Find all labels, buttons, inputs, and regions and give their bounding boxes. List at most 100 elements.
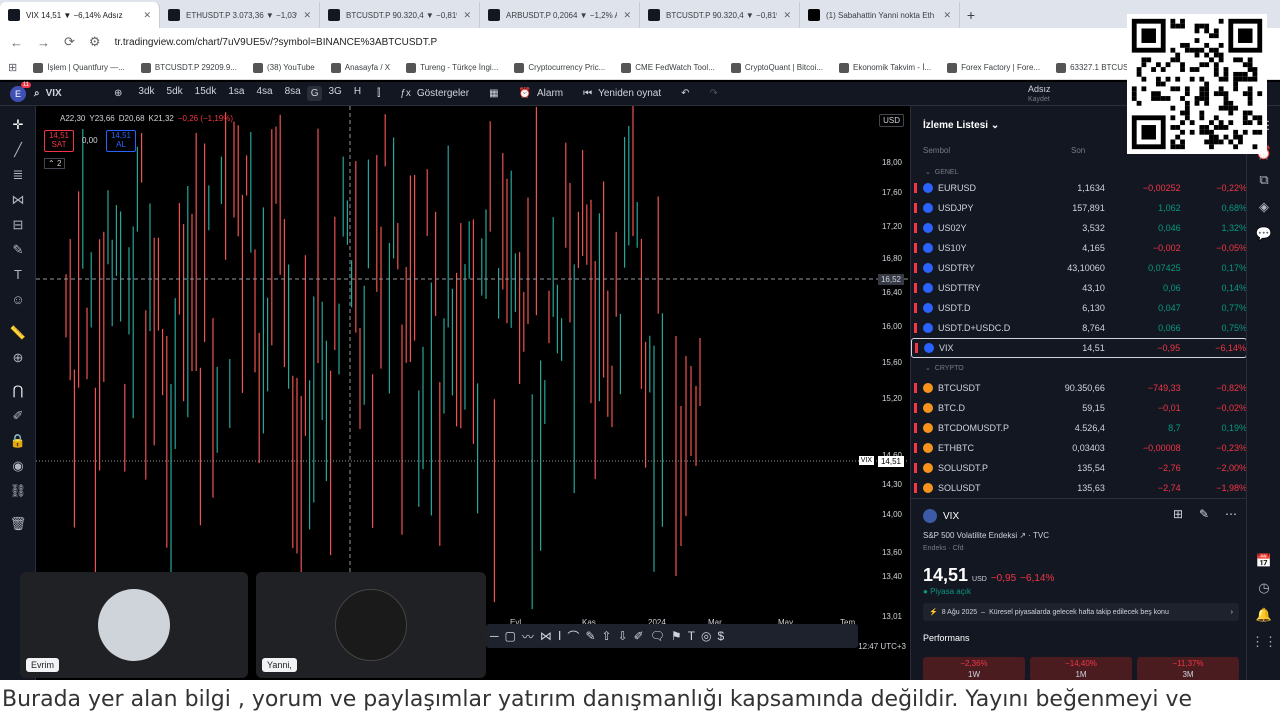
close-icon[interactable]: ✕ <box>463 10 471 21</box>
prediction-icon[interactable]: ⊟ <box>0 212 36 237</box>
watchlist-row[interactable]: BTC.D 59,15 −0,01 −0,02% <box>911 398 1247 418</box>
site-info-icon[interactable]: ⚙ <box>89 34 101 50</box>
interval-G[interactable]: G <box>306 86 323 101</box>
browser-tab[interactable]: ETHUSDT.P 3.073,36 ▼ −1,03% ✕ <box>160 2 320 28</box>
bookmark-item[interactable]: Cryptocurrency Pric... <box>514 62 605 73</box>
magnet-icon[interactable]: ⋂ <box>0 378 36 403</box>
close-icon[interactable]: ✕ <box>303 10 311 21</box>
watchlist-row[interactable]: USDTTRY 43,10 0,06 0,14% <box>911 278 1247 298</box>
trendline-icon[interactable]: ╱ <box>0 137 36 162</box>
forward-icon[interactable]: → <box>37 35 50 50</box>
bookmark-item[interactable]: İşlem | Quantfury —... <box>33 62 125 73</box>
watchlist-row[interactable]: US10Y 4,165 −0,002 −0,05% <box>911 238 1247 258</box>
chart-type-icon[interactable]: ⫿ <box>367 88 390 99</box>
back-icon[interactable]: ← <box>10 35 23 50</box>
bookmark-item[interactable]: CryptoQuant | Bitcoi... <box>730 62 823 73</box>
watchlist-row[interactable]: ETHBTC 0,03403 −0,00008 −0,23% <box>911 438 1247 458</box>
trash-icon[interactable]: 🗑 <box>0 511 36 536</box>
interval-15dk[interactable]: 15dk <box>189 86 223 101</box>
grid-icon[interactable]: ⊞ <box>1173 507 1183 521</box>
close-icon[interactable]: ✕ <box>143 10 151 21</box>
new-tab-button[interactable]: + <box>960 2 982 28</box>
reload-icon[interactable]: ⟳ <box>64 34 75 50</box>
target-icon[interactable]: ◎ <box>701 629 711 643</box>
lock-draw-icon[interactable]: ✐ <box>0 403 36 428</box>
close-icon[interactable]: ✕ <box>623 10 631 21</box>
brush-tool-icon[interactable]: ✎ <box>585 629 595 643</box>
bookmark-item[interactable]: (38) YouTube <box>253 62 315 73</box>
perf-box[interactable]: −14,40% 1M <box>1030 657 1132 681</box>
watchlist-row[interactable]: VIX 14,51 −0,95 −6,14% <box>911 338 1247 358</box>
col-last[interactable]: Son <box>1071 146 1085 155</box>
interval-3G[interactable]: 3G <box>322 86 347 101</box>
undo-icon[interactable]: ↶ <box>671 88 699 99</box>
close-icon[interactable]: ✕ <box>783 10 791 21</box>
buy-button[interactable]: 14,51 AL <box>106 130 136 152</box>
zoom-icon[interactable]: ⊕ <box>0 345 36 370</box>
flag-tool-icon[interactable]: ⚑ <box>671 629 682 643</box>
line-tool-icon[interactable]: ─ <box>490 629 499 643</box>
chat-icon[interactable]: 💬 <box>1247 220 1280 247</box>
layers-icon[interactable]: ◈ <box>1247 193 1280 220</box>
lock-icon[interactable]: 🔒 <box>0 428 36 453</box>
notifications-icon[interactable]: 🔔 <box>1247 601 1280 628</box>
interval-H[interactable]: H <box>348 86 367 101</box>
browser-tab[interactable]: (1) Sabahattin Yanni nokta Eth ✕ <box>800 2 960 28</box>
layout-name[interactable]: Adsız Kaydet <box>1028 85 1051 104</box>
watchlist-row[interactable]: SOLUSDT.P 135,54 −2,76 −2,00% <box>911 458 1247 478</box>
interval-3dk[interactable]: 3dk <box>132 86 160 101</box>
emoji-icon[interactable]: ☺ <box>0 287 36 312</box>
ruler-icon[interactable]: 📏 <box>0 320 36 345</box>
watchlist-row[interactable]: BTCDOMUSDT.P 4.526,4 8,7 0,19% <box>911 418 1247 438</box>
currency-label[interactable]: USD <box>879 114 904 127</box>
datawindow-icon[interactable]: ⧉ <box>1247 166 1280 193</box>
watchlist-row[interactable]: SOLUSDT 135,63 −2,74 −1,98% <box>911 478 1247 498</box>
brush-icon[interactable]: ✎ <box>0 237 36 262</box>
layers-toggle[interactable]: ⌃ 2 <box>44 158 66 169</box>
arrow-up-icon[interactable]: ⇧ <box>602 629 612 643</box>
edit-icon[interactable]: ✎ <box>1199 507 1209 521</box>
templates-icon[interactable]: ▦ <box>479 88 508 99</box>
watchlist-row[interactable]: USDT.D 6,130 0,047 0,77% <box>911 298 1247 318</box>
pattern-tool-icon[interactable]: ⋈ <box>540 629 552 643</box>
alarm-button[interactable]: ⏰ Alarm <box>509 88 574 99</box>
bookmark-item[interactable]: CME FedWatch Tool... <box>621 62 715 73</box>
pattern-icon[interactable]: ⋈ <box>0 187 36 212</box>
crosshair-icon[interactable]: ✛ <box>0 112 36 137</box>
avatar[interactable]: E 11 <box>10 81 31 102</box>
interval-4sa[interactable]: 4sa <box>250 86 278 101</box>
bookmark-item[interactable]: Anasayfa / X <box>330 62 390 73</box>
compare-icon[interactable]: ⊕ <box>104 88 132 99</box>
browser-tab[interactable]: VIX 14,51 ▼ −6,14% Adsız ✕ <box>0 2 160 28</box>
link-icon[interactable]: ⛓ <box>0 478 36 503</box>
col-symbol[interactable]: Sembol <box>923 146 950 155</box>
arrow-down-icon[interactable]: ⇩ <box>618 629 628 643</box>
watchlist-row[interactable]: USDJPY 157,891 1,062 0,68% <box>911 198 1247 218</box>
curve-tool-icon[interactable]: ⌒ <box>567 628 579 645</box>
eye-icon[interactable]: ◉ <box>0 453 36 478</box>
browser-tab[interactable]: ARBUSDT.P 0,2064 ▼ −1,2% Ad ✕ <box>480 2 640 28</box>
bookmark-item[interactable]: Forex Factory | Fore... <box>947 62 1040 73</box>
browser-tab[interactable]: BTCUSDT.P 90.320,4 ▼ −0,81% ✕ <box>320 2 480 28</box>
sell-button[interactable]: 14,51 SAT <box>44 130 74 152</box>
interval-5dk[interactable]: 5dk <box>161 86 189 101</box>
watchlist-row[interactable]: BTCUSDT 90.350,66 −749,33 −0,82% <box>911 378 1247 398</box>
group-crypto[interactable]: ⌄ CRYPTO <box>925 364 964 372</box>
callout-icon[interactable]: 🗨 <box>650 629 665 643</box>
bookmark-item[interactable]: Tureng - Türkçe İngi... <box>406 62 498 73</box>
browser-tab[interactable]: BTCUSDT.P 90.320,4 ▼ −0,81% ✕ <box>640 2 800 28</box>
text-tool-icon[interactable]: Ⅰ <box>558 629 562 643</box>
indicators-button[interactable]: ƒx Göstergeler <box>390 88 479 99</box>
apps-icon[interactable]: ⊞ <box>8 61 17 74</box>
interval-1sa[interactable]: 1sa <box>222 86 250 101</box>
url-field[interactable]: tr.tradingview.com/chart/7uV9UE5v/?symbo… <box>115 37 438 48</box>
pen-tool-icon[interactable]: ✐ <box>634 629 644 643</box>
watchlist-row[interactable]: USDTRY 43,10060 0,07425 0,17% <box>911 258 1247 278</box>
watchlist-row[interactable]: EURUSD 1,1634 −0,00252 −0,22% <box>911 178 1247 198</box>
watchlist-row[interactable]: USDT.D+USDC.D 8,764 0,066 0,75% <box>911 318 1247 338</box>
more-icon[interactable]: ⋯ <box>1225 507 1237 521</box>
rect-tool-icon[interactable]: ▢ <box>505 629 516 643</box>
fib-icon[interactable]: ≣ <box>0 162 36 187</box>
watchlist-row[interactable]: US02Y 3,532 0,046 1,32% <box>911 218 1247 238</box>
close-icon[interactable]: ✕ <box>943 10 951 21</box>
